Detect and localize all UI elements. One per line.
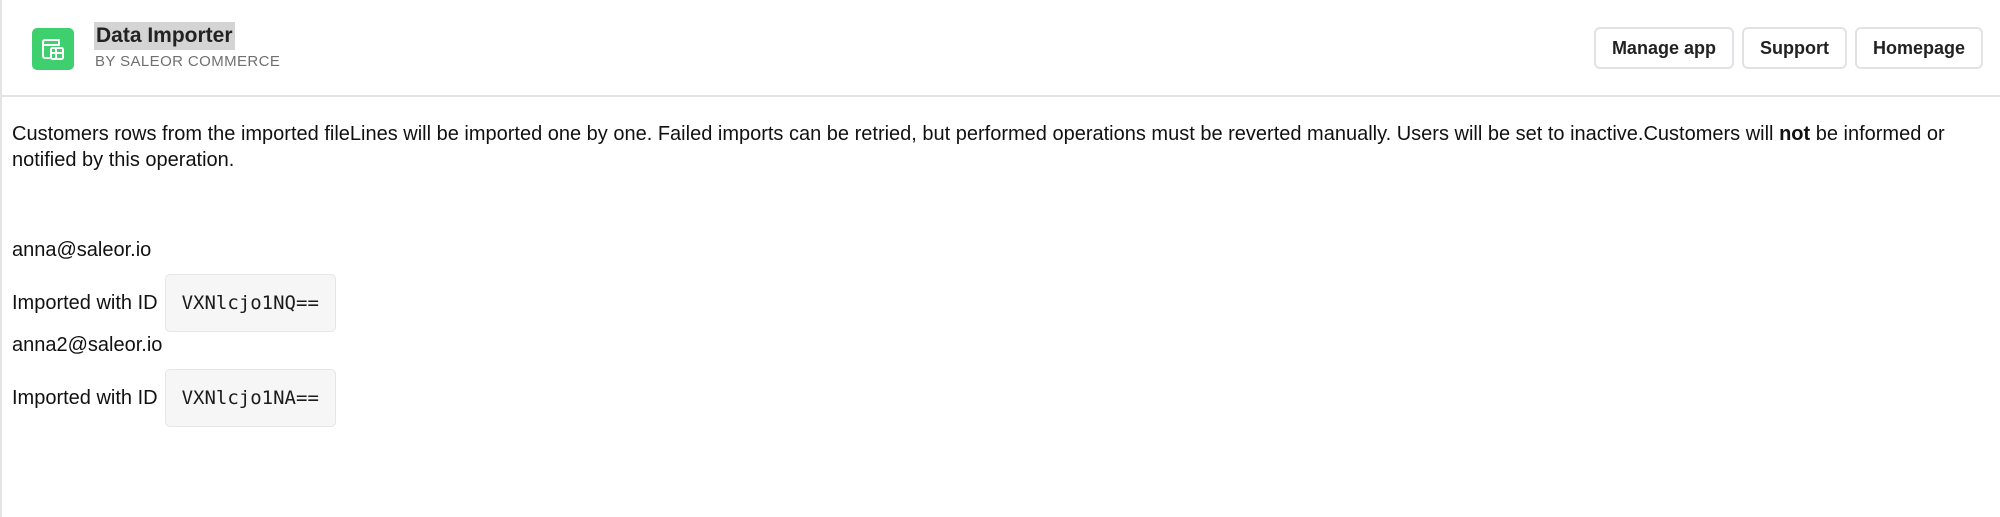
- import-result-label: Imported with ID: [12, 292, 158, 314]
- imported-id-code: VXNlcjo1NQ==: [164, 274, 336, 332]
- imported-id-code: VXNlcjo1NA==: [164, 369, 336, 427]
- support-button[interactable]: Support: [1741, 27, 1847, 69]
- import-result-label: Imported with ID: [12, 387, 158, 409]
- import-description-emphasis: not: [1779, 123, 1811, 145]
- app-header: Data Importer BY SALEOR COMMERCE Manage …: [0, 0, 2000, 97]
- list-item: anna2@saleor.io Imported with ID VXNlcjo…: [12, 332, 336, 427]
- customer-email: anna@saleor.io: [12, 239, 152, 261]
- app-icon: [32, 28, 74, 70]
- import-result: Imported with ID VXNlcjo1NA==: [12, 369, 336, 427]
- imported-customers-list: anna@saleor.io Imported with ID VXNlcjo1…: [12, 237, 336, 427]
- homepage-button[interactable]: Homepage: [1854, 27, 1983, 69]
- list-item: anna@saleor.io Imported with ID VXNlcjo1…: [12, 237, 336, 332]
- table-import-icon: [42, 39, 64, 60]
- import-description: Customers rows from the imported fileLin…: [12, 121, 1987, 173]
- manage-app-button[interactable]: Manage app: [1593, 27, 1734, 69]
- customer-email: anna2@saleor.io: [12, 334, 163, 356]
- header-actions: Manage app Support Homepage: [1593, 27, 1983, 69]
- import-description-text: Customers rows from the imported fileLin…: [12, 123, 1780, 145]
- import-result: Imported with ID VXNlcjo1NQ==: [12, 274, 336, 332]
- app-title: Data Importer: [94, 22, 235, 50]
- app-publisher: BY SALEOR COMMERCE: [95, 53, 281, 70]
- main-content: Customers rows from the imported fileLin…: [12, 121, 1987, 427]
